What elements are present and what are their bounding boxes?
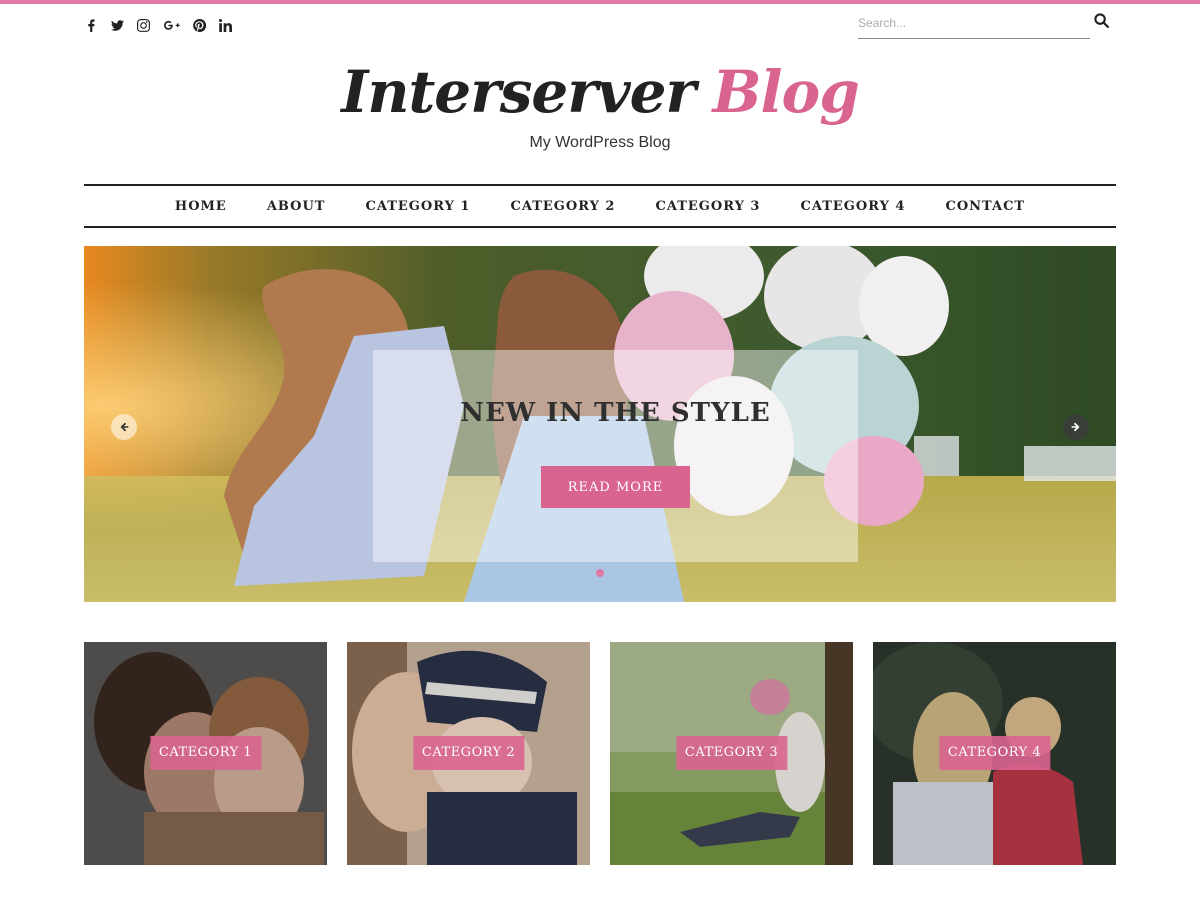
- site-logo[interactable]: Interserver Blog: [0, 52, 1200, 132]
- search-icon[interactable]: [1094, 13, 1110, 29]
- category-card-4[interactable]: CATEGORY 4: [873, 642, 1116, 865]
- linkedin-icon[interactable]: [218, 18, 232, 32]
- category-label: CATEGORY 2: [412, 736, 525, 770]
- category-card-2[interactable]: CATEGORY 2: [347, 642, 590, 865]
- search-form: [858, 10, 1118, 40]
- slider-prev-button[interactable]: [111, 414, 137, 440]
- search-input[interactable]: [858, 10, 1090, 39]
- nav-item-about[interactable]: ABOUT: [247, 199, 346, 214]
- site-title-accent: Blog: [712, 58, 859, 126]
- category-label: CATEGORY 4: [938, 736, 1051, 770]
- main-nav: HOME ABOUT CATEGORY 1 CATEGORY 2 CATEGOR…: [84, 184, 1116, 228]
- nav-item-category-2[interactable]: CATEGORY 2: [490, 199, 635, 214]
- slide-title: NEW IN THE STYLE: [460, 398, 771, 428]
- slider-next-button[interactable]: [1063, 414, 1089, 440]
- nav-item-category-4[interactable]: CATEGORY 4: [780, 199, 925, 214]
- pinterest-icon[interactable]: [192, 18, 206, 32]
- category-label: CATEGORY 3: [675, 736, 788, 770]
- twitter-icon[interactable]: [110, 18, 124, 32]
- category-label: CATEGORY 1: [149, 736, 262, 770]
- slider-dot[interactable]: [596, 569, 604, 577]
- instagram-icon[interactable]: [136, 18, 150, 32]
- nav-item-contact[interactable]: CONTACT: [925, 199, 1045, 214]
- slide-caption: NEW IN THE STYLE READ MORE: [373, 350, 858, 562]
- nav-item-category-3[interactable]: CATEGORY 3: [635, 199, 780, 214]
- arrow-left-icon: [120, 422, 129, 432]
- hero-slider: NEW IN THE STYLE READ MORE: [84, 246, 1116, 602]
- site-title-primary: Interserver: [341, 58, 696, 126]
- site-tagline: My WordPress Blog: [529, 134, 671, 151]
- google-plus-icon[interactable]: [162, 18, 180, 32]
- category-cards: CATEGORY 1 CATEGORY 2 CATEGORY 3 CATEGOR…: [84, 642, 1116, 865]
- category-card-1[interactable]: CATEGORY 1: [84, 642, 327, 865]
- social-links: [84, 18, 232, 32]
- facebook-icon[interactable]: [84, 18, 98, 32]
- nav-item-home[interactable]: HOME: [155, 199, 247, 214]
- category-card-3[interactable]: CATEGORY 3: [610, 642, 853, 865]
- top-accent-bar: [0, 0, 1200, 4]
- read-more-button[interactable]: READ MORE: [541, 466, 690, 508]
- arrow-right-icon: [1071, 422, 1080, 432]
- nav-item-category-1[interactable]: CATEGORY 1: [345, 199, 490, 214]
